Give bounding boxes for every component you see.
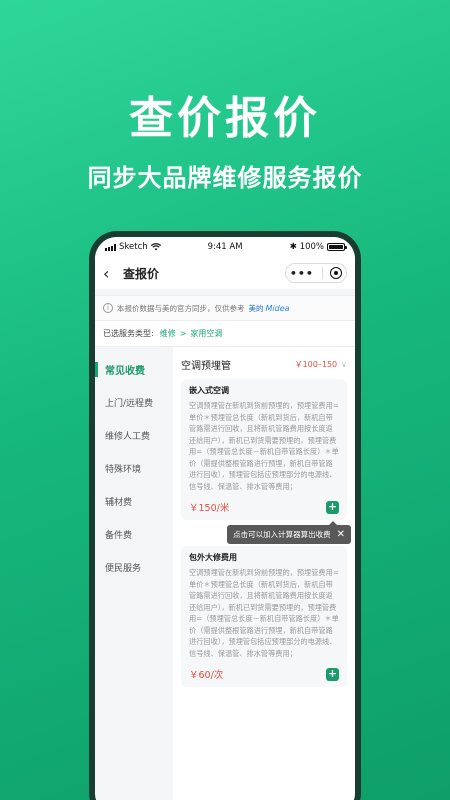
card-description: 空调预埋管在新机到货前预埋的，预埋管费用=单价＊预埋管总长度（新机到货后，新机自… xyxy=(189,401,339,491)
chevron-down-icon[interactable]: ∨ xyxy=(341,360,347,369)
add-icon[interactable]: + xyxy=(326,667,339,681)
sidebar-item-convenience[interactable]: 便民服务 xyxy=(95,551,173,584)
sidebar-item-common-fees[interactable]: 常见收费 xyxy=(95,353,173,386)
sidebar: 常见收费 上门/远程费 维修人工费 特殊环境 辅材费 备件费 便民服务 xyxy=(95,347,173,800)
breadcrumb-level1[interactable]: 维修 xyxy=(160,328,176,339)
phone-frame: Sketch 9:41 AM ✱ 100% ‹ 查报价 ••• i 本报价数据与… xyxy=(89,231,361,800)
status-bar: Sketch 9:41 AM ✱ 100% xyxy=(95,237,355,257)
sidebar-item-parts[interactable]: 备件费 xyxy=(95,518,173,551)
breadcrumb: 已选服务类型: 维修 > 家用空调 xyxy=(95,321,355,347)
notice-text: 本报价数据与美的官方同步，仅供参考 xyxy=(117,303,245,313)
breadcrumb-label: 已选服务类型: xyxy=(103,329,154,338)
sidebar-item-labor-fees[interactable]: 维修人工费 xyxy=(95,419,173,452)
card-price: ￥60/次 xyxy=(189,670,224,681)
calculator-tooltip: 点击可以加入计算器算出收费 ✕ xyxy=(227,521,351,544)
signal-icon xyxy=(105,243,116,251)
midea-logo: Midea xyxy=(265,303,290,313)
phone-screen: Sketch 9:41 AM ✱ 100% ‹ 查报价 ••• i 本报价数据与… xyxy=(95,237,355,800)
main-body: 常见收费 上门/远程费 维修人工费 特殊环境 辅材费 备件费 便民服务 空调预埋… xyxy=(95,347,355,800)
sidebar-item-special-environment[interactable]: 特殊环境 xyxy=(95,452,173,485)
hero-title: 查价报价 xyxy=(129,93,321,144)
wifi-icon xyxy=(150,243,161,251)
section-header[interactable]: 空调预埋管 ￥100–150 ∨ xyxy=(181,353,347,375)
sidebar-item-materials[interactable]: 辅材费 xyxy=(95,485,173,518)
brand-cn: 美的 xyxy=(248,303,264,313)
carrier-label: Sketch xyxy=(119,242,148,252)
more-icon[interactable]: ••• xyxy=(290,267,314,280)
card-description: 空调预埋管在新机到货前预埋的，预埋管费用=单价＊预埋管总长度（新机到货后，新机自… xyxy=(189,568,339,658)
bluetooth-icon: ✱ xyxy=(289,242,297,252)
capsule-divider xyxy=(321,267,323,279)
card-title: 嵌入式空调 xyxy=(189,386,229,395)
close-target-icon[interactable] xyxy=(330,267,343,279)
price-card: 嵌入式空调 空调预埋管在新机到货前预埋的，预埋管费用=单价＊预埋管总长度（新机到… xyxy=(181,379,347,520)
content-panel: 空调预埋管 ￥100–150 ∨ 嵌入式空调 空调预埋管在新机到货前预埋的，预埋… xyxy=(173,347,355,800)
section-price-range: ￥100–150 xyxy=(294,359,338,369)
breadcrumb-level2[interactable]: 家用空调 xyxy=(190,328,222,339)
mini-program-capsule: ••• xyxy=(285,263,347,283)
sidebar-item-visit-fees[interactable]: 上门/远程费 xyxy=(95,386,173,419)
add-icon[interactable]: + xyxy=(326,500,339,514)
back-icon[interactable]: ‹ xyxy=(103,264,117,283)
brand-logo: 美的 Midea xyxy=(249,303,290,314)
card-title: 包外大修费用 xyxy=(189,553,237,562)
battery-percent: 100% xyxy=(299,242,324,252)
notice-bar: i 本报价数据与美的官方同步，仅供参考 美的 Midea xyxy=(95,295,355,321)
close-icon[interactable]: ✕ xyxy=(337,529,345,540)
section-title: 空调预埋管 xyxy=(181,360,231,372)
hero-subtitle: 同步大品牌维修服务报价 xyxy=(87,164,363,192)
breadcrumb-separator: > xyxy=(179,329,187,338)
price-card: 包外大修费用 空调预埋管在新机到货前预埋的，预埋管费用=单价＊预埋管总长度（新机… xyxy=(181,546,347,687)
info-icon: i xyxy=(103,303,113,313)
card-price: ￥150/米 xyxy=(189,503,230,514)
page-title: 查报价 xyxy=(123,266,160,281)
status-time: 9:41 AM xyxy=(207,242,243,252)
battery-icon xyxy=(327,243,347,251)
tooltip-text: 点击可以加入计算器算出收费 xyxy=(233,530,331,539)
nav-bar: ‹ 查报价 ••• xyxy=(95,257,355,289)
